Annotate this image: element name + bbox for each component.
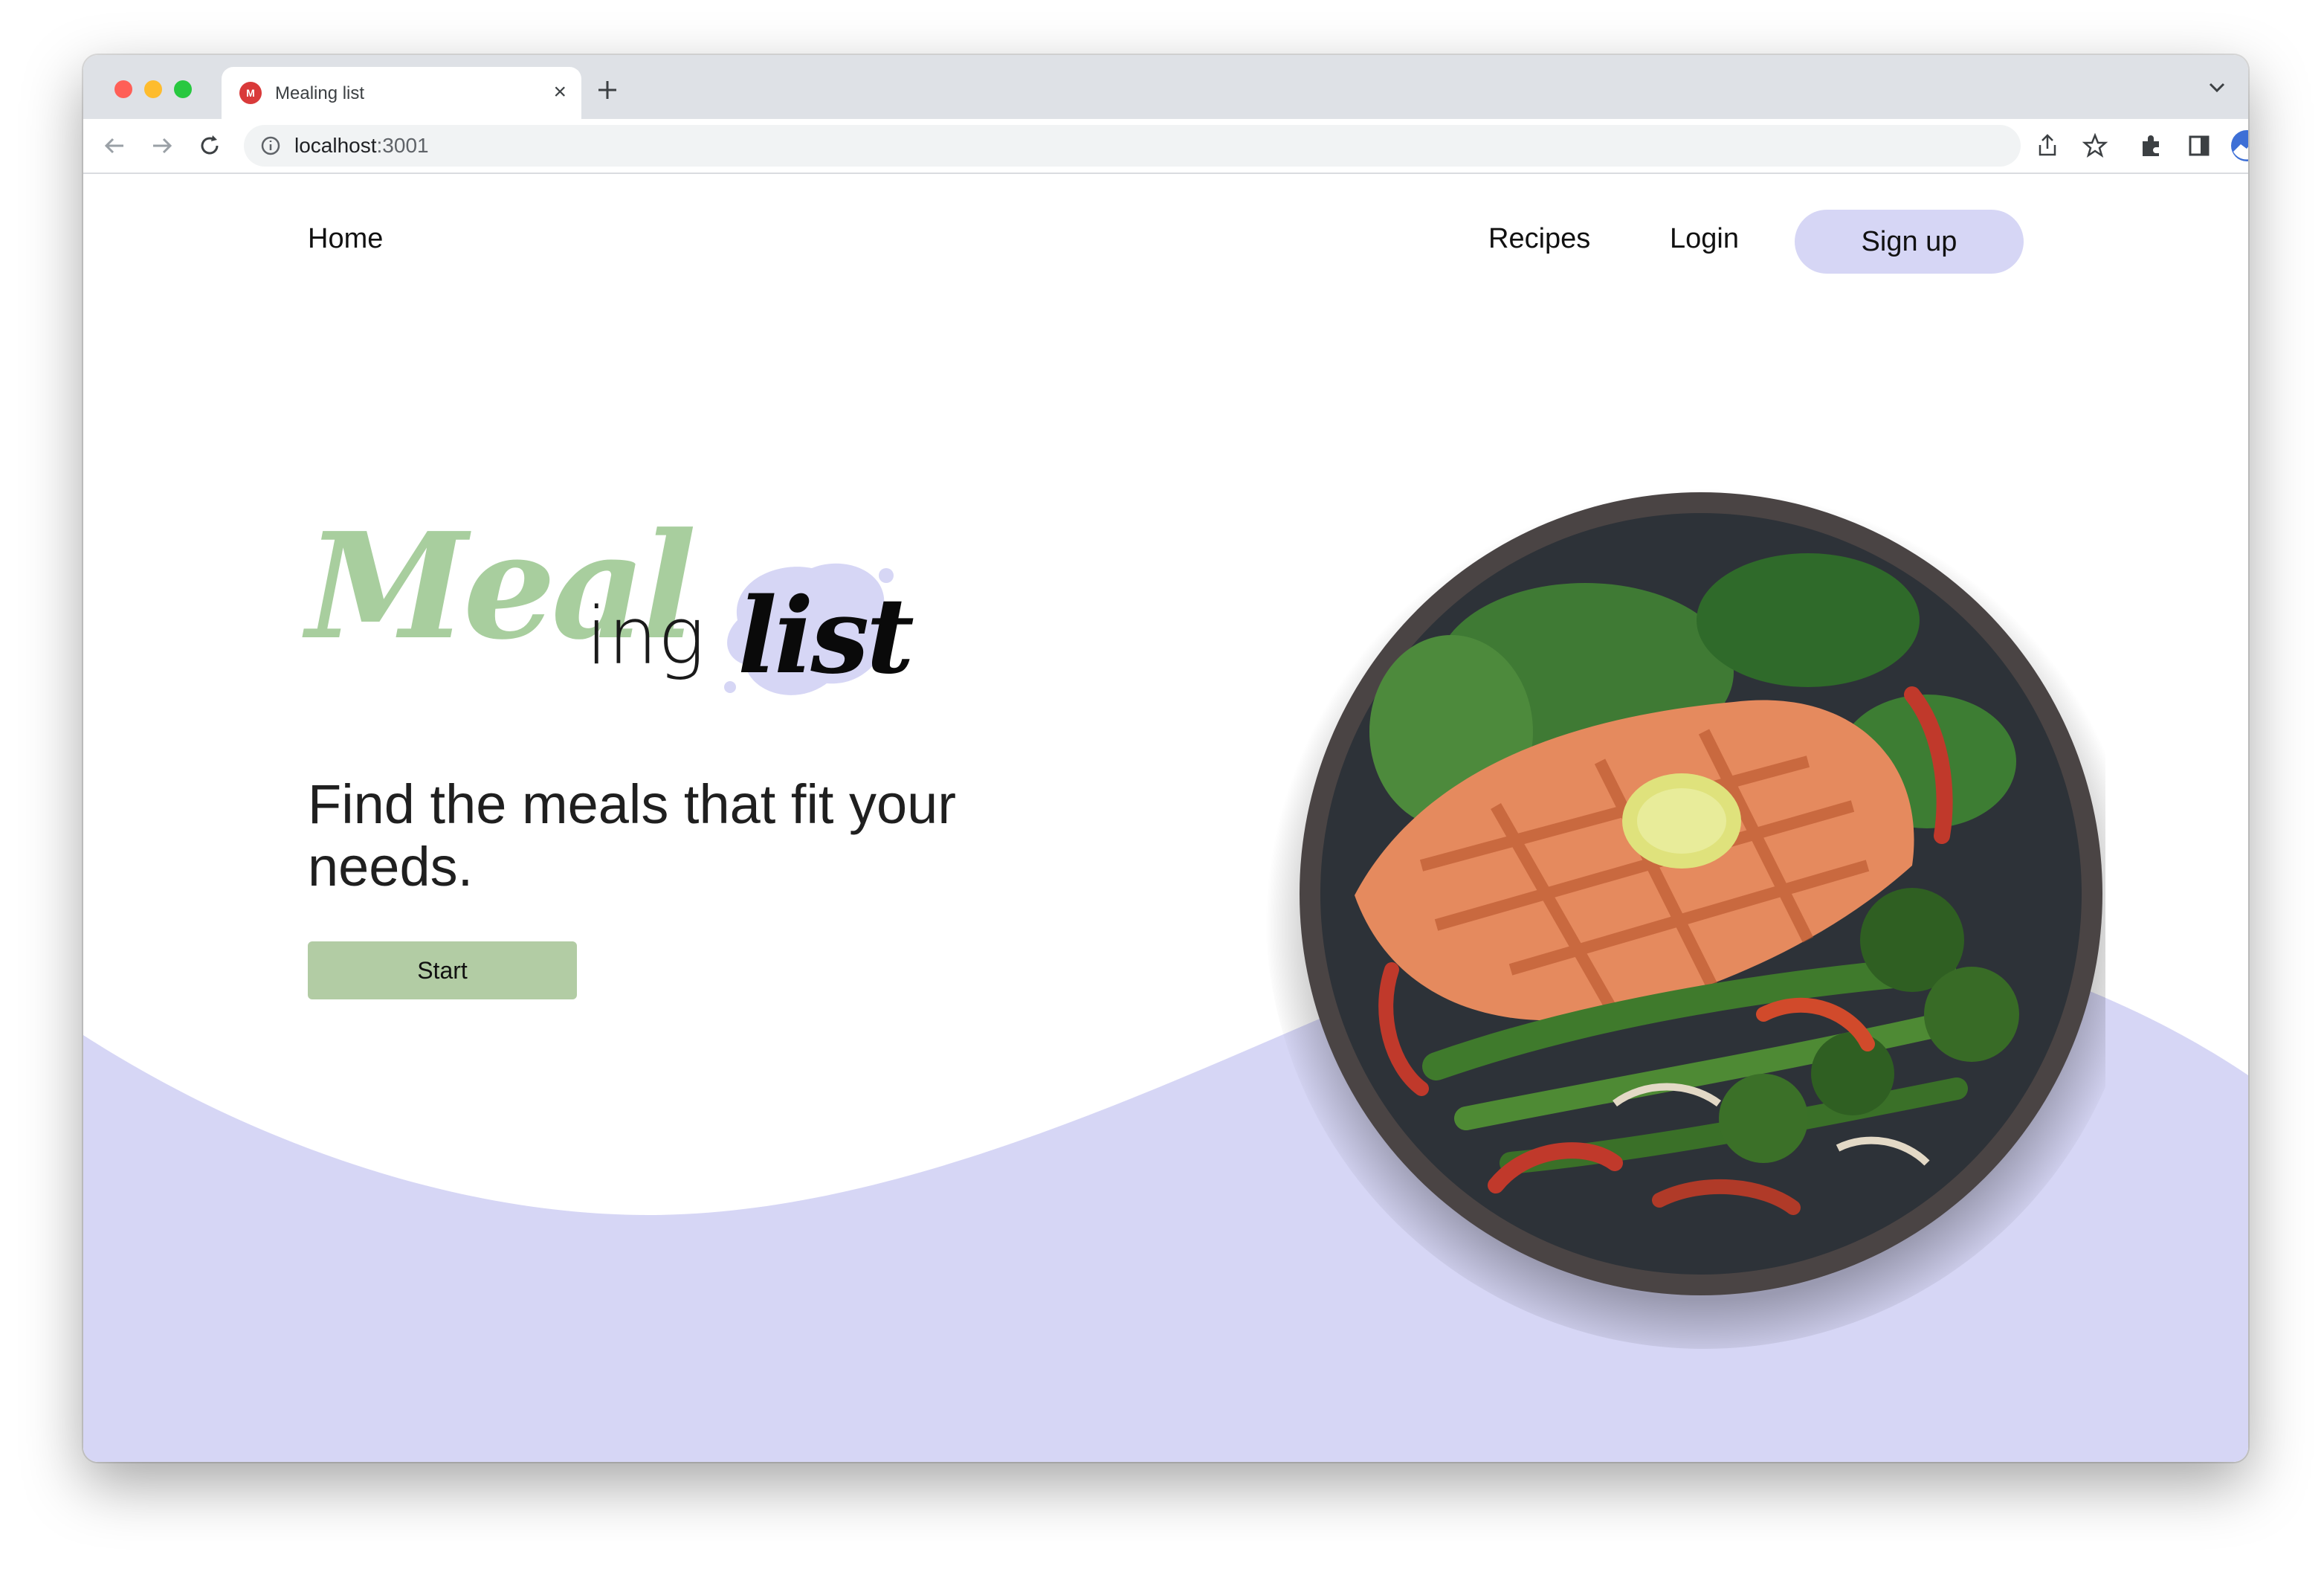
hero-headline: Find the meals that fit your needs. bbox=[308, 773, 956, 898]
url-port: :3001 bbox=[376, 134, 429, 157]
plus-icon bbox=[598, 81, 616, 99]
minimize-window-button[interactable] bbox=[144, 80, 162, 98]
profile-avatar[interactable] bbox=[2230, 129, 2248, 162]
nav-home-link[interactable]: Home bbox=[308, 223, 383, 255]
nav-recipes-link[interactable]: Recipes bbox=[1488, 223, 1590, 255]
url-host: localhost bbox=[294, 134, 377, 157]
tab-search-button[interactable] bbox=[2208, 82, 2226, 97]
tab-mealing-list[interactable]: M Mealing list × bbox=[222, 67, 581, 119]
browser-toolbar: localhost:3001 bbox=[83, 119, 2248, 174]
share-icon[interactable] bbox=[2034, 132, 2061, 159]
web-page: Home Recipes Login Sign up Meal ing list… bbox=[83, 174, 2248, 1462]
new-tab-button[interactable] bbox=[596, 73, 619, 109]
maximize-window-button[interactable] bbox=[174, 80, 192, 98]
nav-login-link[interactable]: Login bbox=[1670, 223, 1739, 255]
extensions-icon[interactable] bbox=[2138, 132, 2165, 159]
logo-ing-text: ing bbox=[586, 590, 706, 682]
forward-icon[interactable] bbox=[149, 132, 175, 159]
address-bar[interactable]: localhost:3001 bbox=[244, 125, 2021, 167]
chevron-down-icon bbox=[2209, 83, 2225, 93]
tab-title: Mealing list bbox=[275, 83, 365, 103]
info-icon[interactable] bbox=[260, 135, 281, 156]
reload-icon[interactable] bbox=[196, 132, 223, 159]
logo-list-text: list bbox=[737, 576, 914, 697]
tab-favicon-icon: M bbox=[239, 82, 262, 104]
signup-button[interactable]: Sign up bbox=[1795, 210, 2024, 274]
start-button[interactable]: Start bbox=[308, 941, 577, 999]
close-window-button[interactable] bbox=[114, 80, 132, 98]
tab-strip: M Mealing list × bbox=[83, 55, 2248, 119]
side-panel-icon[interactable] bbox=[2186, 132, 2212, 159]
tab-close-icon[interactable]: × bbox=[553, 79, 567, 106]
browser-window: M Mealing list × localhost:3001 Home Rec… bbox=[83, 55, 2248, 1462]
back-icon[interactable] bbox=[101, 132, 128, 159]
star-icon[interactable] bbox=[2082, 132, 2108, 159]
url-text: localhost:3001 bbox=[294, 134, 429, 158]
food-plate-image bbox=[1265, 471, 2105, 1349]
